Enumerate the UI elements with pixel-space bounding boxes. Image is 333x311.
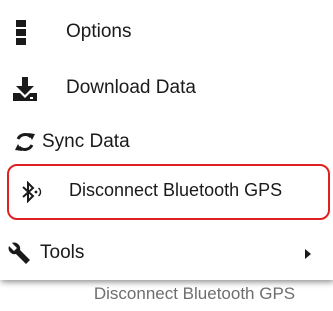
menu-item-label: Disconnect Bluetooth GPS (69, 180, 283, 200)
caption: Disconnect Bluetooth GPS (93, 284, 296, 303)
menu-item-tools[interactable]: Tools (0, 230, 333, 274)
page: Options Download Data Sync Data Disconne… (0, 0, 333, 311)
menu-item-label: Tools (40, 242, 85, 263)
wrench-icon (6, 240, 32, 266)
chevron-right-icon (303, 248, 313, 260)
bluetooth-icon (20, 181, 42, 203)
menu-item-download-data[interactable]: Download Data (0, 66, 333, 110)
dropdown-menu: Options Download Data Sync Data Disconne… (0, 0, 333, 280)
menu-item-disconnect-bluetooth-gps[interactable]: Disconnect Bluetooth GPS (7, 164, 330, 220)
options-icon (16, 20, 28, 46)
menu-item-label: Options (66, 21, 132, 42)
sync-icon (14, 131, 36, 153)
menu-item-sync-data[interactable]: Sync Data (0, 120, 333, 164)
menu-item-label: Download Data (66, 77, 196, 98)
download-icon (12, 76, 38, 102)
menu-item-label: Sync Data (42, 131, 130, 152)
menu-item-options[interactable]: Options (0, 10, 333, 54)
